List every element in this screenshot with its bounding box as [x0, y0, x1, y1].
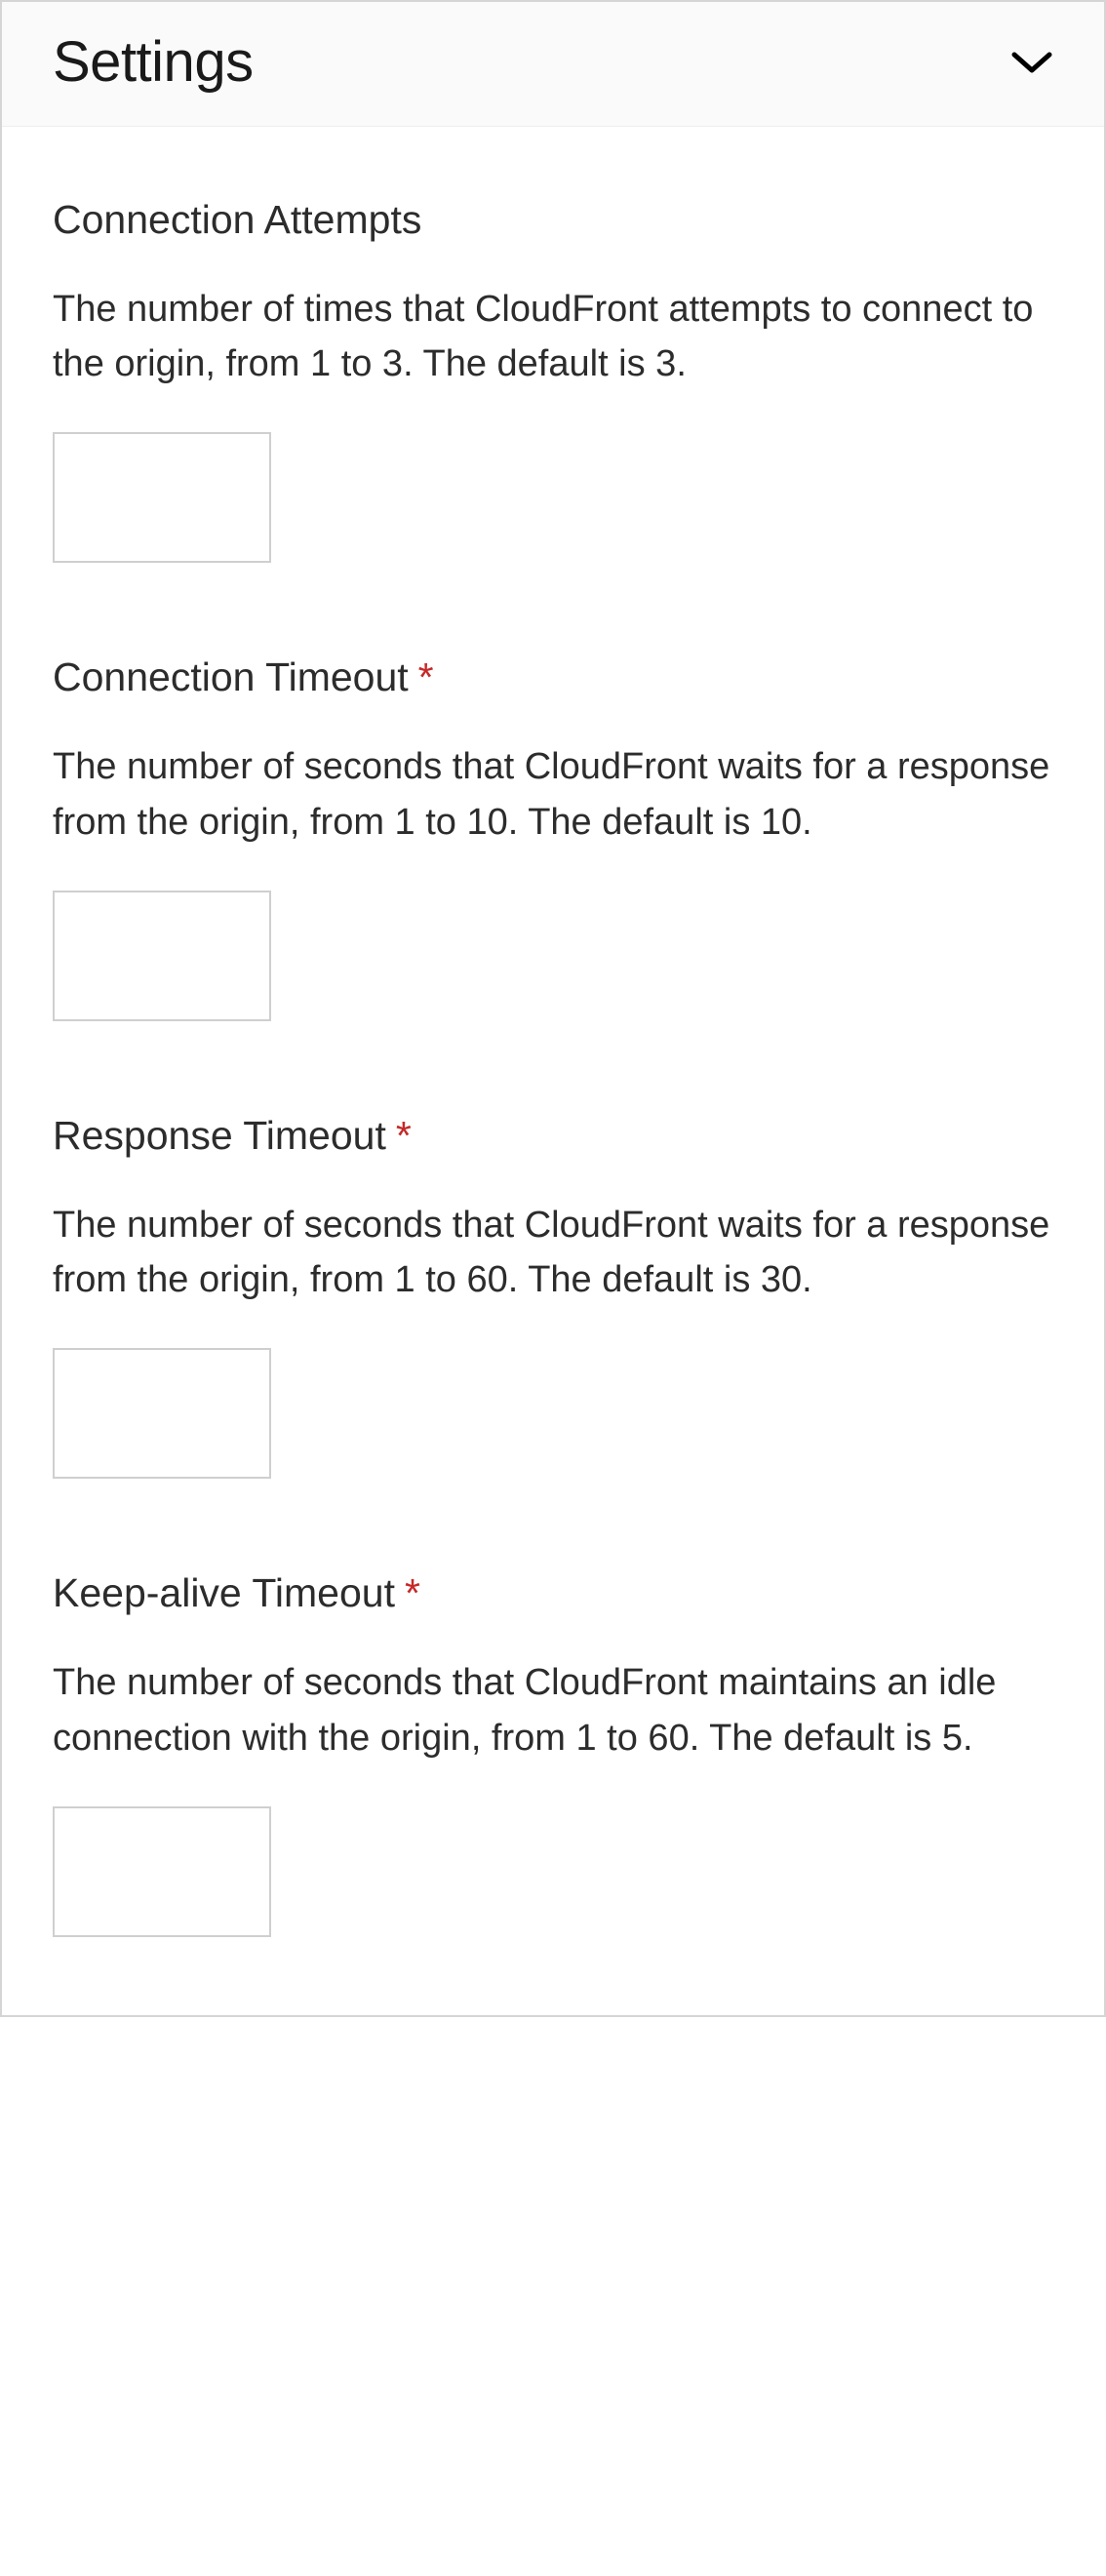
connection-attempts-description: The number of times that CloudFront atte… — [53, 282, 1053, 391]
response-timeout-label: Response Timeout* — [53, 1113, 1053, 1159]
field-label-text: Keep-alive Timeout — [53, 1570, 395, 1615]
settings-panel: Settings Connection Attempts The number … — [0, 0, 1106, 2017]
connection-timeout-description: The number of seconds that CloudFront wa… — [53, 739, 1053, 849]
field-label-text: Connection Timeout — [53, 654, 409, 699]
response-timeout-input[interactable] — [53, 1348, 271, 1479]
chevron-down-icon[interactable] — [1010, 41, 1053, 84]
connection-timeout-input[interactable] — [53, 891, 271, 1021]
required-asterisk: * — [418, 654, 434, 699]
connection-attempts-label: Connection Attempts — [53, 197, 1053, 243]
settings-body: Connection Attempts The number of times … — [2, 127, 1104, 2015]
settings-title: Settings — [53, 29, 254, 95]
connection-timeout-label: Connection Timeout* — [53, 654, 1053, 700]
response-timeout-description: The number of seconds that CloudFront wa… — [53, 1198, 1053, 1307]
settings-header[interactable]: Settings — [2, 2, 1104, 127]
connection-attempts-input[interactable] — [53, 432, 271, 563]
keepalive-timeout-description: The number of seconds that CloudFront ma… — [53, 1655, 1053, 1764]
keepalive-timeout-input[interactable] — [53, 1806, 271, 1937]
required-asterisk: * — [396, 1113, 412, 1158]
required-asterisk: * — [405, 1570, 420, 1615]
connection-attempts-field: Connection Attempts The number of times … — [53, 197, 1053, 563]
response-timeout-field: Response Timeout* The number of seconds … — [53, 1113, 1053, 1479]
field-label-text: Connection Attempts — [53, 197, 421, 242]
keepalive-timeout-field: Keep-alive Timeout* The number of second… — [53, 1570, 1053, 1936]
keepalive-timeout-label: Keep-alive Timeout* — [53, 1570, 1053, 1616]
connection-timeout-field: Connection Timeout* The number of second… — [53, 654, 1053, 1020]
field-label-text: Response Timeout — [53, 1113, 386, 1158]
